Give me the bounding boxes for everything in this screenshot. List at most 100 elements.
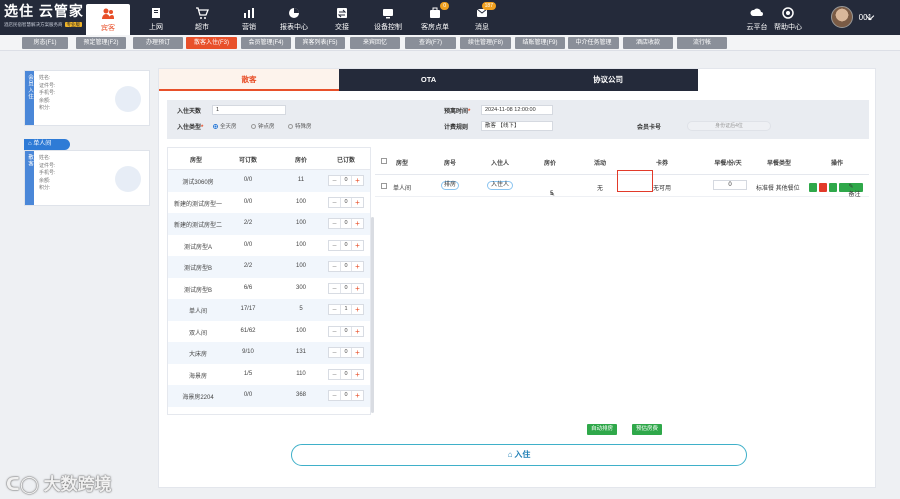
booked-count-stepper[interactable]: −0 + <box>328 325 364 337</box>
tab-walk-in-checkin[interactable]: 散客入住(F3) <box>186 37 237 49</box>
tab-guest-history[interactable]: 来宾回忆 <box>350 37 400 49</box>
breakfast-type-link[interactable]: 标准餐 其他餐位 <box>756 183 800 192</box>
booked-count[interactable]: 0 <box>340 369 352 379</box>
increment-button[interactable]: + <box>352 348 363 357</box>
booked-count[interactable]: 0 <box>340 391 352 400</box>
radio-hourly[interactable]: 钟点房 <box>251 122 275 130</box>
decrement-button[interactable]: − <box>329 198 340 207</box>
add-guest-tag[interactable]: 入住人 <box>487 181 513 190</box>
tab-extend-stay[interactable]: 续住管理(F8) <box>460 37 511 49</box>
tab-checkout[interactable]: 结账管理(F9) <box>515 37 565 49</box>
room-type-row[interactable]: 测试房型B 6/6 300 −0 + <box>168 278 370 300</box>
increment-button[interactable]: + <box>352 176 363 185</box>
member-card-input[interactable]: 身份证后4位 <box>687 121 771 131</box>
estimate-fee-button[interactable]: 预估房费 <box>632 424 662 435</box>
room-type-row[interactable]: 新建的测试房型二 2/2 100 −0 + <box>168 213 370 235</box>
decrement-button[interactable]: − <box>329 219 340 228</box>
decrement-button[interactable]: − <box>329 348 340 357</box>
increment-button[interactable]: + <box>352 219 363 228</box>
segment-agreement-company[interactable]: 协议公司 <box>518 69 698 91</box>
billing-rule-select[interactable]: 散客 【线下】 <box>481 121 553 131</box>
room-type-scrollbar[interactable] <box>371 217 374 413</box>
checkout-datetime-input[interactable]: 2024-11-08 12:00:00 <box>481 105 553 115</box>
delete-icon[interactable] <box>819 183 827 192</box>
booked-count[interactable]: 0 <box>340 197 352 207</box>
booked-count[interactable]: 0 <box>340 240 352 250</box>
room-type-row[interactable]: 测试房型B 2/2 100 −0 + <box>168 256 370 278</box>
increment-button[interactable]: + <box>352 262 363 271</box>
tab-agent-tasks[interactable]: 中介任务管理 <box>568 37 619 49</box>
room-type-row[interactable]: 海景房2204 0/0 368 −0 + <box>168 385 370 407</box>
avatar[interactable] <box>830 6 853 28</box>
tab-hotel-payments[interactable]: 酒店收款 <box>623 37 673 49</box>
nav-device-control[interactable]: 设备控制 <box>366 0 410 35</box>
booked-count[interactable]: 0 <box>340 326 352 336</box>
room-type-row[interactable]: 双人间 61/62 100 −0 + <box>168 321 370 343</box>
increment-button[interactable]: + <box>352 327 363 336</box>
increment-button[interactable]: + <box>352 241 363 250</box>
remark-button[interactable]: 备注 ✎ <box>839 183 863 198</box>
nav-guest[interactable]: 宾客 <box>86 4 130 35</box>
tab-search[interactable]: 查询(F7) <box>405 37 456 49</box>
booked-count[interactable]: 0 <box>340 262 352 271</box>
decrement-button[interactable]: − <box>329 370 340 379</box>
nav-marketing[interactable]: 营销 <box>227 0 271 35</box>
booked-count-stepper[interactable]: −0 + <box>328 261 364 272</box>
booked-count-stepper[interactable]: −0 + <box>328 196 364 208</box>
room-type-row[interactable]: 测试3060房 0/0 11 −0 + <box>168 170 370 192</box>
booked-count[interactable]: 0 <box>340 283 352 293</box>
booked-count-stepper[interactable]: −1 + <box>328 304 364 315</box>
booked-count-stepper[interactable]: −0 + <box>328 368 364 380</box>
nav-reports[interactable]: 报表中心 <box>272 0 316 35</box>
room-type-row[interactable]: 单人间 17/17 5 −1 + <box>168 299 370 321</box>
decrement-button[interactable]: − <box>329 284 340 293</box>
nav-handover[interactable]: 交接 <box>320 0 364 35</box>
tab-ledger[interactable]: 流行帐 <box>677 37 727 49</box>
copy-icon[interactable] <box>829 183 837 192</box>
breakfast-count-input[interactable]: 0 <box>713 180 747 190</box>
walk-in-guest-card[interactable]: 散客 姓名: 证件号: 手机号: 余额: 积分: <box>24 150 150 206</box>
decrement-button[interactable]: − <box>329 241 340 250</box>
nav-room-order[interactable]: 客房点单 0 <box>413 0 457 35</box>
room-type-row[interactable]: 测试房型A 0/0 100 −0 + <box>168 235 370 257</box>
room-type-row[interactable]: 海景房 1/5 110 −0 + <box>168 364 370 386</box>
booked-count-stepper[interactable]: −0 + <box>328 239 364 251</box>
nav-messages[interactable]: 消息 187 <box>460 0 504 35</box>
booked-count[interactable]: 0 <box>340 176 352 185</box>
increment-button[interactable]: + <box>352 370 363 379</box>
radio-special[interactable]: 特殊房 <box>288 122 312 130</box>
checkin-button[interactable]: ⌂ 入住 <box>291 444 747 466</box>
room-type-row[interactable]: 新建的测试房型一 0/0 100 −0 + <box>168 192 370 214</box>
booked-count-stepper[interactable]: −0 + <box>328 282 364 294</box>
booked-count[interactable]: 0 <box>340 219 352 228</box>
increment-button[interactable]: + <box>352 198 363 207</box>
booked-count-stepper[interactable]: −0 + <box>328 390 364 401</box>
tab-members[interactable]: 会员管理(F4) <box>241 37 291 49</box>
increment-button[interactable]: + <box>352 284 363 293</box>
assign-room-tag[interactable]: 排房 <box>441 181 459 190</box>
booked-count-stepper[interactable]: −0 + <box>328 347 364 358</box>
nav-market[interactable]: 超市 <box>180 0 224 35</box>
decrement-button[interactable]: − <box>329 176 340 185</box>
decrement-button[interactable]: − <box>329 327 340 336</box>
row-checkbox[interactable] <box>381 183 387 189</box>
decrement-button[interactable]: − <box>329 391 340 400</box>
room-chip[interactable]: ⌂ 单人间 <box>24 139 70 150</box>
tab-reservations[interactable]: 预定管理(F2) <box>76 37 126 49</box>
booked-count[interactable]: 1 <box>340 305 352 314</box>
segment-ota[interactable]: OTA <box>339 69 518 91</box>
increment-button[interactable]: + <box>352 391 363 400</box>
auto-assign-room-button[interactable]: 自动排房 <box>587 424 617 435</box>
booked-count-stepper[interactable]: −0 + <box>328 218 364 229</box>
booked-count[interactable]: 0 <box>340 348 352 357</box>
room-type-row[interactable]: 大床房 9/10 131 −0 + <box>168 342 370 364</box>
member-guest-card[interactable]: 会员入住 姓名: 证件号: 手机号: 余额: 积分: <box>24 70 150 126</box>
select-all-checkbox[interactable] <box>381 158 387 164</box>
increment-button[interactable]: + <box>352 305 363 314</box>
days-input[interactable]: 1 <box>212 105 286 115</box>
decrement-button[interactable]: − <box>329 305 340 314</box>
nav-internet[interactable]: 上网 <box>134 0 178 35</box>
booked-count-stepper[interactable]: −0 + <box>328 175 364 186</box>
decrement-button[interactable]: − <box>329 262 340 271</box>
radio-full-day[interactable]: 全天房 <box>213 122 237 130</box>
